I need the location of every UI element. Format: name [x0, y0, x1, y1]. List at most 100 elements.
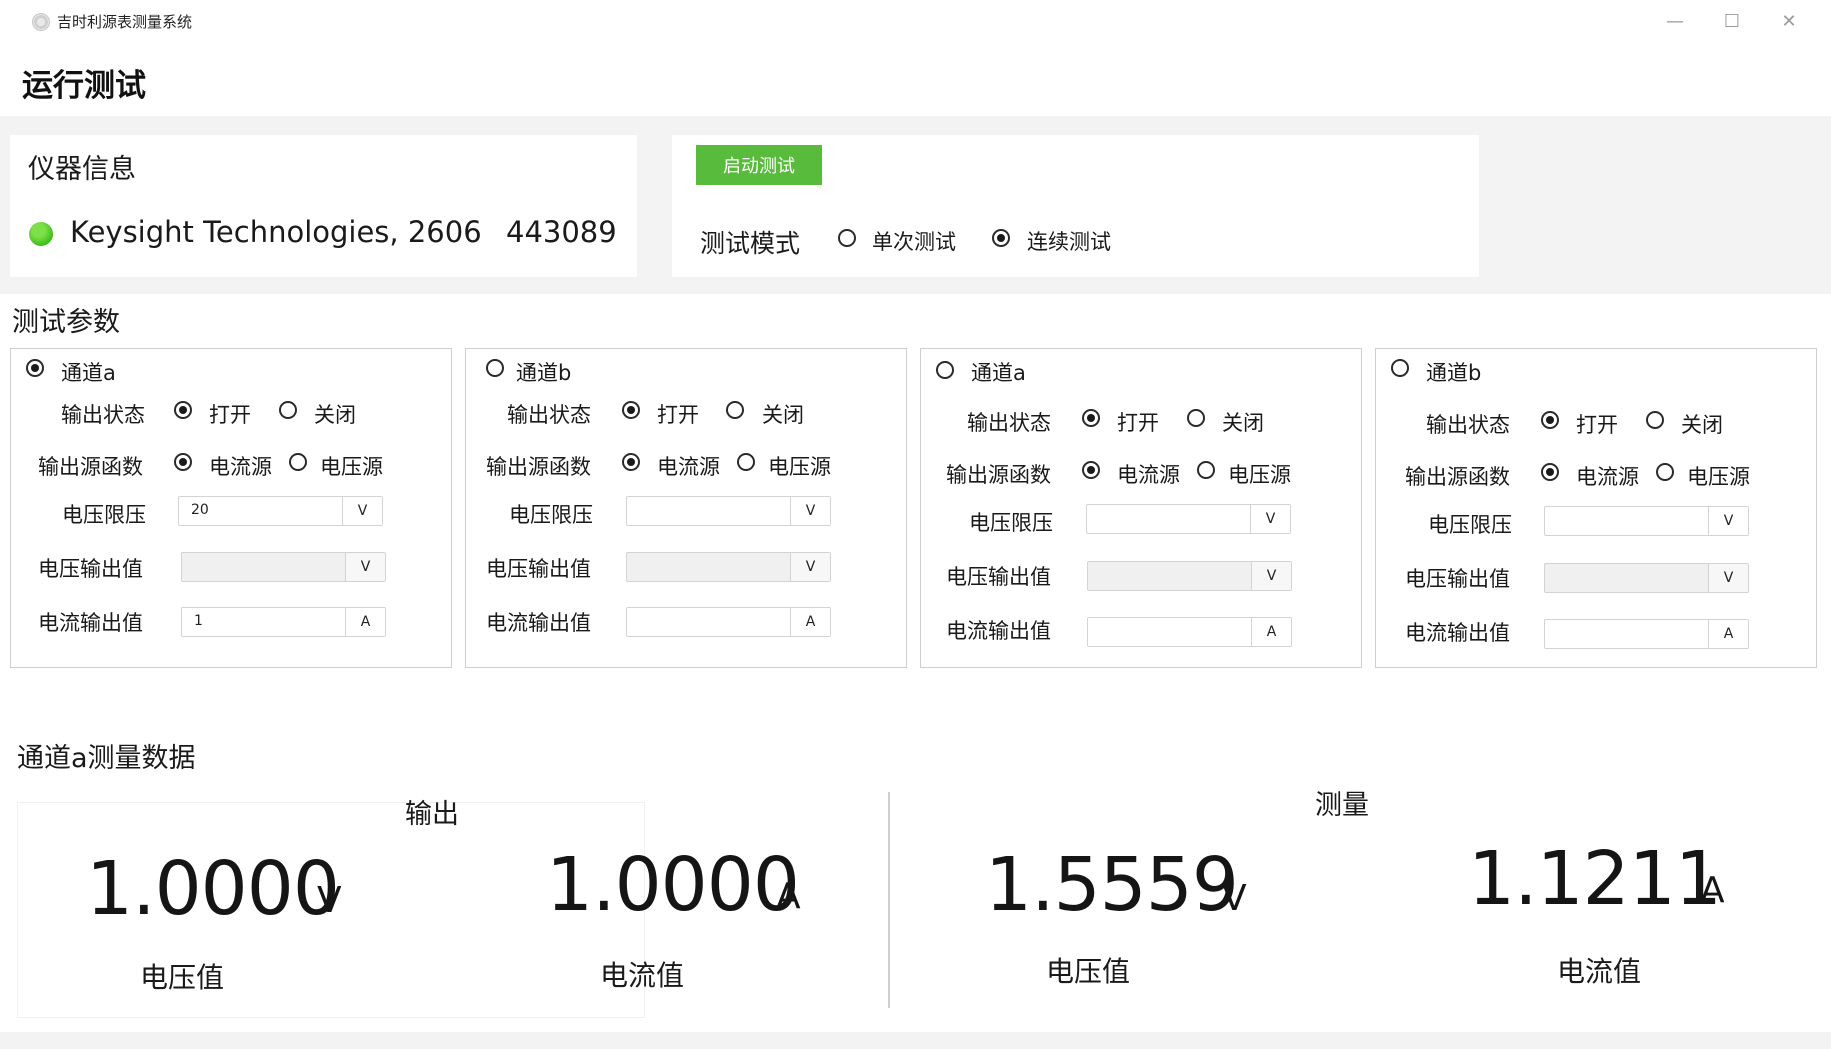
- current-output-input[interactable]: 1 A: [181, 607, 386, 637]
- source-func-label: 输出源函数: [38, 455, 143, 479]
- voltage-source-radio[interactable]: [1197, 461, 1215, 479]
- measure-group-label: 测量: [1315, 790, 1369, 821]
- channel-select-radio[interactable]: [26, 359, 44, 377]
- output-off-radio[interactable]: [1646, 411, 1664, 429]
- measured-voltage-caption: 电压值: [1046, 955, 1131, 988]
- source-func-label: 输出源函数: [486, 455, 591, 479]
- measured-current-unit: A: [1700, 870, 1725, 911]
- measured-voltage-value: 1.5559: [985, 842, 1239, 928]
- voltage-output-input[interactable]: V: [1087, 561, 1292, 591]
- output-state-label: 输出状态: [61, 403, 145, 427]
- source-func-label: 输出源函数: [946, 463, 1051, 487]
- output-on-radio[interactable]: [622, 401, 640, 419]
- voltage-source-label: 电压源: [768, 455, 831, 479]
- voltage-limit-label: 电压限压: [62, 503, 146, 527]
- output-on-label: 打开: [1117, 411, 1159, 435]
- mode-continuous-label: 连续测试: [1027, 230, 1111, 254]
- output-on-radio[interactable]: [1082, 409, 1100, 427]
- mode-continuous-radio[interactable]: [992, 229, 1010, 247]
- channel-select-radio[interactable]: [936, 361, 954, 379]
- start-test-button[interactable]: 启动测试: [696, 145, 822, 185]
- mode-single-label: 单次测试: [872, 230, 956, 254]
- instrument-serial: 443089: [506, 215, 617, 249]
- voltage-output-input[interactable]: V: [1544, 563, 1749, 593]
- current-source-label: 电流源: [657, 455, 720, 479]
- page-title: 运行测试: [22, 68, 146, 104]
- voltage-output-label: 电压输出值: [946, 565, 1051, 589]
- channel-name: 通道b: [516, 361, 572, 385]
- current-source-label: 电流源: [1117, 463, 1180, 487]
- channel-panel-3: 通道a 输出状态 打开 关闭 输出源函数 电流源 电压源 电压限压 V 电压输出…: [920, 348, 1362, 668]
- output-off-radio[interactable]: [726, 401, 744, 419]
- current-output-label: 电流输出值: [1405, 621, 1510, 645]
- output-on-label: 打开: [209, 403, 251, 427]
- measurement-heading: 通道a测量数据: [17, 743, 196, 774]
- current-output-unit: A: [345, 608, 385, 636]
- measured-current-value: 1.1211: [1468, 836, 1722, 922]
- current-output-value: 1: [194, 613, 203, 629]
- voltage-source-radio[interactable]: [1656, 463, 1674, 481]
- current-output-input[interactable]: A: [1087, 617, 1292, 647]
- voltage-output-label: 电压输出值: [1405, 567, 1510, 591]
- current-output-unit: A: [1251, 618, 1291, 646]
- voltage-source-label: 电压源: [320, 455, 383, 479]
- current-source-radio[interactable]: [1082, 461, 1100, 479]
- connection-status-icon: [29, 222, 53, 246]
- minimize-button[interactable]: —: [1655, 8, 1695, 36]
- output-current-unit: A: [776, 876, 801, 917]
- current-output-input[interactable]: A: [626, 607, 831, 637]
- channel-select-radio[interactable]: [486, 359, 504, 377]
- current-source-radio[interactable]: [174, 453, 192, 471]
- channel-name: 通道b: [1426, 361, 1482, 385]
- channel-panel-1: 通道a 输出状态 打开 关闭 输出源函数 电流源 电压源 电压限压 20 V 电…: [10, 348, 452, 668]
- close-button[interactable]: ✕: [1769, 8, 1809, 36]
- app-icon: [32, 13, 50, 31]
- output-state-label: 输出状态: [1426, 413, 1510, 437]
- voltage-output-unit: V: [345, 553, 385, 581]
- current-output-label: 电流输出值: [38, 611, 143, 635]
- output-voltage-caption: 电压值: [140, 961, 225, 994]
- voltage-limit-input[interactable]: V: [1086, 504, 1291, 534]
- voltage-output-input[interactable]: V: [626, 552, 831, 582]
- output-group-label: 输出: [405, 799, 459, 830]
- params-heading: 测试参数: [12, 307, 120, 338]
- output-on-label: 打开: [1576, 413, 1618, 437]
- voltage-limit-input[interactable]: V: [626, 496, 831, 526]
- voltage-source-label: 电压源: [1228, 463, 1291, 487]
- output-state-label: 输出状态: [507, 403, 591, 427]
- voltage-source-label: 电压源: [1687, 465, 1750, 489]
- voltage-limit-input[interactable]: V: [1544, 506, 1749, 536]
- measured-voltage-unit: V: [1222, 878, 1247, 919]
- current-source-radio[interactable]: [1541, 463, 1559, 481]
- voltage-source-radio[interactable]: [289, 453, 307, 471]
- maximize-button[interactable]: ☐: [1712, 8, 1752, 36]
- output-off-radio[interactable]: [279, 401, 297, 419]
- output-on-radio[interactable]: [1541, 411, 1559, 429]
- output-on-radio[interactable]: [174, 401, 192, 419]
- measured-current-caption: 电流值: [1557, 955, 1642, 988]
- voltage-limit-unit: V: [1708, 507, 1748, 535]
- output-voltage-unit: V: [317, 880, 342, 921]
- channel-name: 通道a: [61, 361, 116, 385]
- voltage-limit-input[interactable]: 20 V: [178, 496, 383, 526]
- channel-name: 通道a: [971, 361, 1026, 385]
- output-off-label: 关闭: [1222, 411, 1264, 435]
- page-header: 运行测试: [0, 42, 1831, 116]
- voltage-limit-label: 电压限压: [969, 511, 1053, 535]
- voltage-output-unit: V: [1708, 564, 1748, 592]
- voltage-output-input[interactable]: V: [181, 552, 386, 582]
- current-source-radio[interactable]: [622, 453, 640, 471]
- output-voltage-value: 1.0000: [86, 846, 340, 932]
- output-off-label: 关闭: [314, 403, 356, 427]
- voltage-source-radio[interactable]: [737, 453, 755, 471]
- source-func-label: 输出源函数: [1405, 465, 1510, 489]
- output-on-label: 打开: [657, 403, 699, 427]
- current-source-label: 电流源: [209, 455, 272, 479]
- current-output-input[interactable]: A: [1544, 619, 1749, 649]
- mode-single-radio[interactable]: [838, 229, 856, 247]
- channel-select-radio[interactable]: [1391, 359, 1409, 377]
- voltage-output-unit: V: [1251, 562, 1291, 590]
- voltage-output-label: 电压输出值: [486, 557, 591, 581]
- output-off-radio[interactable]: [1187, 409, 1205, 427]
- instrument-heading: 仪器信息: [28, 154, 136, 185]
